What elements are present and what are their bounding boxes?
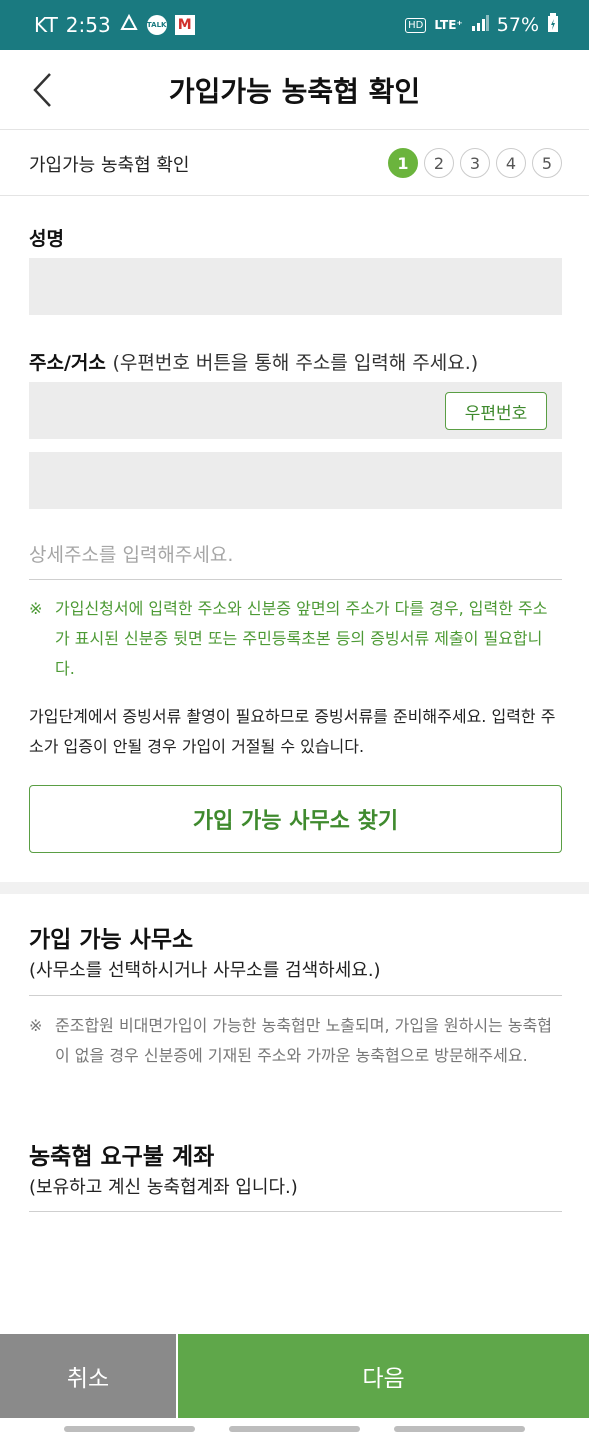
kakao-talk-icon: TALK [146, 15, 167, 35]
step-label: 가입가능 농축협 확인 [29, 155, 190, 176]
office-section-line [29, 995, 562, 996]
zipcode-button[interactable]: 우편번호 [445, 392, 547, 430]
network-type: LTE⁺ [434, 18, 463, 32]
step-5: 5 [532, 148, 562, 178]
battery-level: 57% [496, 14, 539, 36]
address-label: 주소/거소 (우편번호 버튼을 통해 주소를 입력해 주세요.) [29, 348, 478, 375]
carrier-label: KT [34, 13, 58, 37]
step-indicator-row: 가입가능 농축협 확인 1 2 3 4 5 [0, 130, 589, 196]
zipcode-field[interactable]: 우편번호 [29, 382, 562, 439]
find-office-button[interactable]: 가입 가능 사무소 찾기 [29, 785, 562, 853]
next-button[interactable]: 다음 [178, 1334, 589, 1418]
mail-app-icon: M [174, 15, 195, 35]
step-3: 3 [460, 148, 490, 178]
nav-back-button[interactable] [394, 1426, 525, 1432]
name-label: 성명 [29, 228, 64, 250]
hd-voice-icon: HD [405, 17, 427, 33]
page-title: 가입가능 농축협 확인 [168, 75, 421, 108]
system-nav-bar [0, 1418, 589, 1440]
signal-icon [471, 14, 489, 36]
office-section-subtitle: (사무소를 선택하시거나 사무소를 검색하세요.) [29, 960, 381, 981]
name-field[interactable] [29, 258, 562, 315]
note-mark: ※ [29, 1016, 43, 1035]
office-section-title: 가입 가능 사무소 [29, 927, 194, 953]
step-4: 4 [496, 148, 526, 178]
notification-icon [119, 13, 139, 38]
nav-home-button[interactable] [229, 1426, 360, 1432]
step-2: 2 [424, 148, 454, 178]
status-bar: KT 2:53 TALK M HD LTE⁺ 57% [0, 0, 589, 50]
nav-recents-button[interactable] [64, 1426, 195, 1432]
cancel-button[interactable]: 취소 [0, 1334, 178, 1418]
section-divider [0, 882, 589, 894]
account-section-line [29, 1211, 562, 1212]
address-mismatch-note: ※ 가입신청서에 입력한 주소와 신분증 앞면의 주소가 다를 경우, 입력한 … [29, 594, 562, 684]
account-section-title: 농축협 요구불 계좌 [29, 1144, 215, 1170]
app-header: 가입가능 농축협 확인 [0, 50, 589, 130]
detail-address-input[interactable]: 상세주소를 입력해주세요. [29, 528, 562, 580]
note-text: 가입신청서에 입력한 주소와 신분증 앞면의 주소가 다를 경우, 입력한 주소… [55, 599, 548, 678]
step-1: 1 [388, 148, 418, 178]
account-section-subtitle: (보유하고 계신 농축협계좌 입니다.) [29, 1177, 298, 1198]
address-field[interactable] [29, 452, 562, 509]
office-note: ※ 준조합원 비대면가입이 가능한 농축협만 노출되며, 가입을 원하시는 농축… [29, 1011, 562, 1071]
clock: 2:53 [65, 13, 111, 37]
note-mark: ※ [29, 599, 43, 618]
address-label-text: 주소/거소 [29, 352, 106, 374]
battery-icon [547, 12, 559, 38]
step-indicator: 1 2 3 4 5 [388, 148, 562, 178]
document-info-text: 가입단계에서 증빙서류 촬영이 필요하므로 증빙서류를 준비해주세요. 입력한 … [29, 707, 556, 756]
address-hint: (우편번호 버튼을 통해 주소를 입력해 주세요.) [112, 352, 479, 374]
status-right: HD LTE⁺ 57% [405, 0, 559, 50]
status-left: KT 2:53 TALK M [34, 0, 195, 50]
note-text: 준조합원 비대면가입이 가능한 농축협만 노출되며, 가입을 원하시는 농축협이… [55, 1016, 553, 1065]
bottom-action-bar: 취소 다음 [0, 1334, 589, 1418]
